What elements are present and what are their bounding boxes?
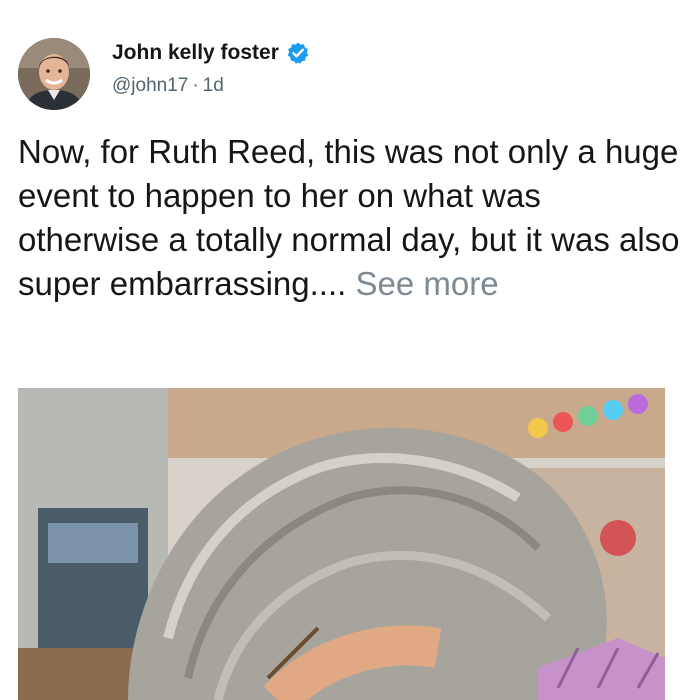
author-avatar[interactable] [18, 38, 90, 110]
verified-badge-icon [286, 41, 310, 65]
author-name[interactable]: John kelly foster [112, 40, 279, 66]
author-handle[interactable]: @john17 [112, 75, 188, 96]
author-meta: @john17 · 1d [112, 74, 224, 98]
avatar-image [18, 38, 90, 110]
meta-separator: · [192, 75, 199, 96]
tweet-text: Now, for Ruth Reed, this was not only a … [18, 130, 690, 306]
tweet-body: Now, for Ruth Reed, this was not only a … [18, 133, 680, 302]
author-name-row: John kelly foster [112, 40, 310, 66]
post-time[interactable]: 1d [203, 75, 224, 96]
see-more-link[interactable]: See more [355, 265, 498, 302]
tweet-photo[interactable] [18, 388, 665, 700]
photo-image [18, 388, 665, 700]
tweet-card: John kelly foster @john17 · 1d Now, for Ru… [0, 0, 700, 700]
